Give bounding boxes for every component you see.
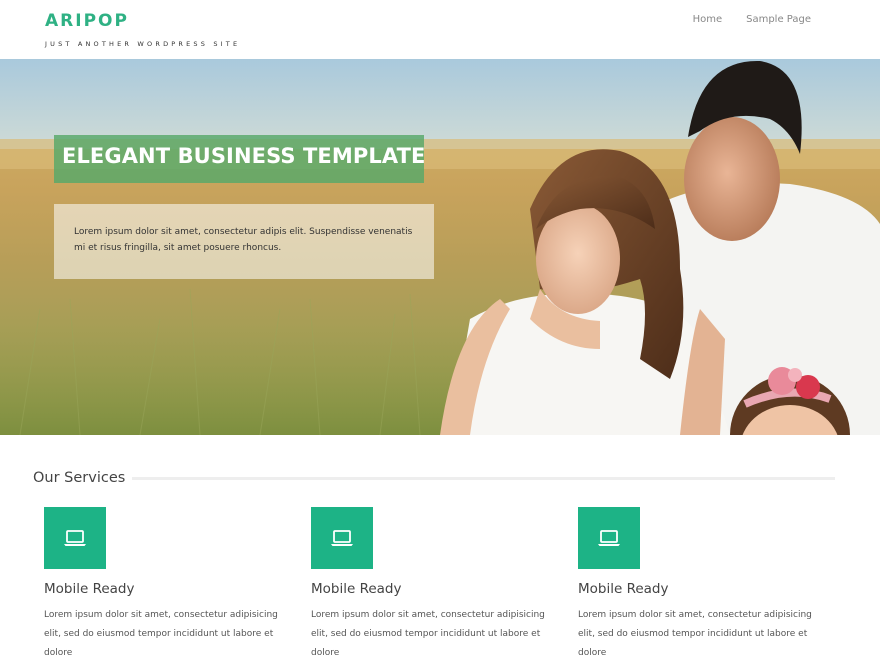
service-title: Mobile Ready [578, 581, 669, 597]
service-title: Mobile Ready [44, 581, 135, 597]
site-title[interactable]: ARIPOP [45, 11, 129, 31]
service-description: Lorem ipsum dolor sit amet, consectetur … [578, 610, 812, 658]
hero-title: ELEGANT BUSINESS TEMPLATE [62, 144, 426, 168]
laptop-icon [598, 530, 620, 546]
laptop-icon [331, 530, 353, 546]
site-tagline: JUST ANOTHER WORDPRESS SITE [45, 40, 241, 48]
service-title: Mobile Ready [311, 581, 402, 597]
nav-item-sample-page[interactable]: Sample Page [746, 14, 811, 25]
services-divider [132, 477, 835, 480]
hero-title-box: ELEGANT BUSINESS TEMPLATE [54, 135, 426, 183]
laptop-icon [64, 530, 86, 546]
service-icon-box[interactable] [44, 507, 106, 569]
service-icon-box[interactable] [578, 507, 640, 569]
services-header: Our Services [33, 470, 835, 490]
hero-banner: ELEGANT BUSINESS TEMPLATE Lorem ipsum do… [0, 59, 880, 435]
service-icon-box[interactable] [311, 507, 373, 569]
nav-item-home[interactable]: Home [693, 14, 723, 25]
hero-text: Lorem ipsum dolor sit amet, consectetur … [74, 227, 413, 253]
service-description: Lorem ipsum dolor sit amet, consectetur … [44, 610, 278, 658]
main-nav: Home Sample Page [693, 14, 811, 25]
services-heading: Our Services [33, 470, 126, 486]
site-header: ARIPOP JUST ANOTHER WORDPRESS SITE Home … [0, 0, 880, 59]
service-description: Lorem ipsum dolor sit amet, consectetur … [311, 610, 545, 658]
hero-text-box: Lorem ipsum dolor sit amet, consectetur … [54, 204, 434, 279]
